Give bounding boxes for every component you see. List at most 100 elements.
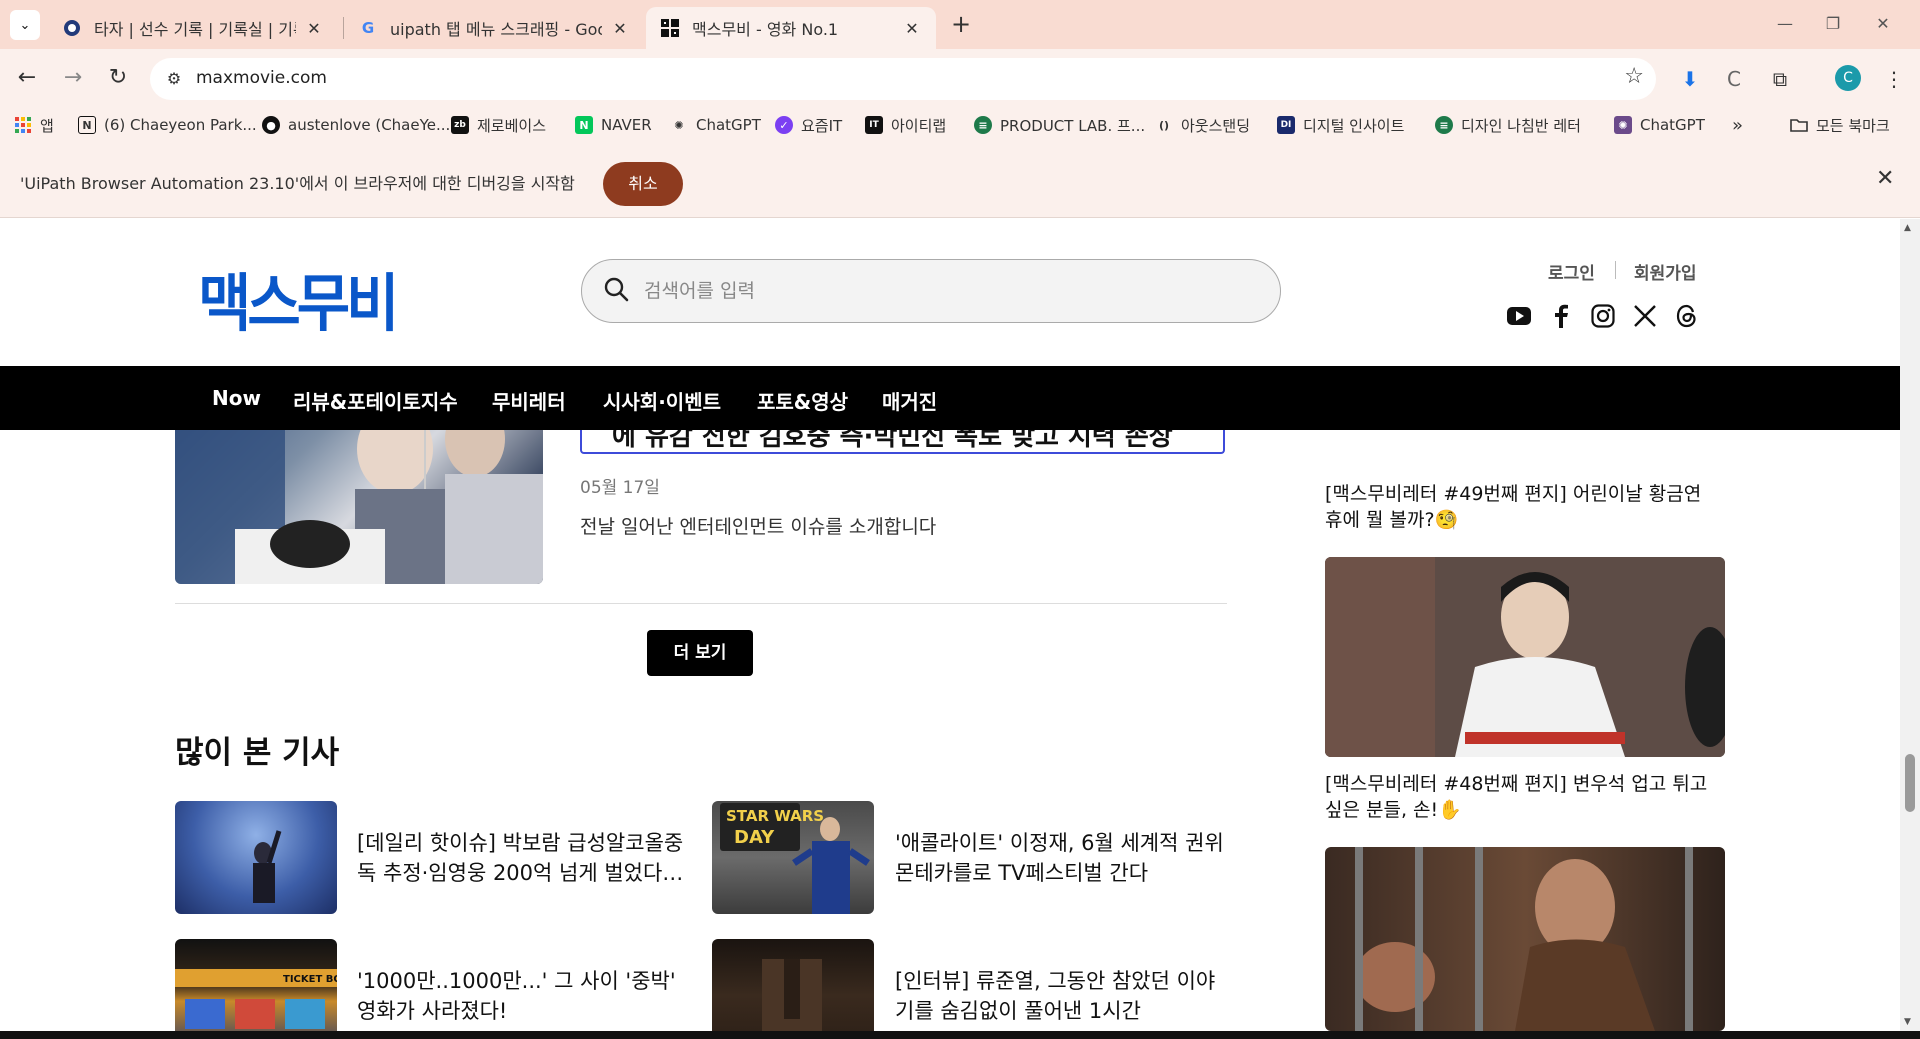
popular-item-title[interactable]: [데일리 핫이슈] 박보람 급성알코올중 독 추정·임영웅 200억 넘게 벌었…: [357, 828, 687, 888]
bookmark-chatgpt-2[interactable]: ✺ ChatGPT: [1614, 114, 1705, 136]
profile-avatar[interactable]: C: [1835, 65, 1861, 91]
extensions-puzzle-icon[interactable]: ⧉: [1764, 63, 1796, 95]
tab-title: 타자 | 선수 기록 | 기록실 | 기록: [94, 20, 296, 39]
browser-toolbar: ← → ↻ ⚙ maxmovie.com ☆ ⬇ C ⧉ C ⋮: [0, 49, 1920, 108]
zerobase-icon: zb: [451, 116, 469, 134]
facebook-icon[interactable]: [1547, 302, 1575, 330]
download-icon[interactable]: ⬇: [1674, 63, 1706, 95]
chatgpt-icon: ✺: [1614, 116, 1632, 134]
window-close-button[interactable]: ✕: [1858, 8, 1908, 40]
bookmark-label: (6) Chaeyeon Park...: [104, 116, 257, 134]
menu-kebab-icon[interactable]: ⋮: [1878, 63, 1910, 95]
page-viewport: 에 유감 전한 김호중 측·박민선 폭로 맞고 시력 손상 05월 17일 전날…: [0, 219, 1900, 1031]
popular-item-title[interactable]: '1000만..1000만...' 그 사이 '중박' 영화가 사라졌다!: [357, 966, 687, 1026]
new-tab-button[interactable]: +: [946, 10, 976, 40]
debugging-infobar: 'UiPath Browser Automation 23.10'에서 이 브라…: [0, 142, 1920, 218]
scroll-up-icon[interactable]: ▲: [1904, 223, 1911, 233]
tab-maxmovie[interactable]: 맥스무비 - 영화 No.1 ✕: [646, 7, 936, 49]
search-input[interactable]: [644, 275, 1244, 307]
google-icon: G: [361, 19, 375, 37]
bookmark-yozmit[interactable]: ✓ 요즘IT: [775, 114, 842, 136]
instagram-icon[interactable]: [1589, 302, 1617, 330]
reload-button[interactable]: ↻: [101, 61, 135, 95]
popular-thumbnail[interactable]: [712, 939, 874, 1031]
nav-preview-event[interactable]: 시사회·이벤트: [603, 386, 721, 415]
title-line: 영화가 사라졌다!: [357, 999, 508, 1023]
popular-thumbnail[interactable]: TICKET BOX: [175, 939, 337, 1031]
bookmark-design-compass[interactable]: ≡ 디자인 나침반 레터: [1435, 114, 1581, 136]
close-icon[interactable]: ✕: [902, 19, 922, 38]
tab-kbo-record[interactable]: 타자 | 선수 기록 | 기록실 | 기록 ✕: [48, 7, 338, 49]
digital-insight-icon: DI: [1277, 116, 1295, 134]
bookmark-star-icon[interactable]: ☆: [1624, 64, 1644, 89]
article-title-link[interactable]: 에 유감 전한 김호중 측·박민선 폭로 맞고 시력 손상: [580, 428, 1225, 454]
popular-thumbnail[interactable]: [175, 801, 337, 914]
nav-magazine[interactable]: 매거진: [882, 386, 937, 415]
sidebar-letter-title[interactable]: [맥스무비레터 #49번째 편지] 어린이날 황금연 휴에 뭘 볼까?🧐: [1325, 481, 1725, 533]
bookmarks-overflow-button[interactable]: »: [1732, 114, 1743, 136]
tab-search-button[interactable]: ⌄: [10, 10, 40, 40]
bookmark-github[interactable]: ● austenlove (ChaeYe...: [262, 114, 450, 136]
close-icon[interactable]: ✕: [1876, 166, 1894, 191]
github-icon: ●: [262, 116, 280, 134]
all-bookmarks-folder[interactable]: 모든 북마크: [1790, 114, 1890, 136]
bookmark-apps[interactable]: 앱: [14, 114, 54, 136]
site-settings-icon[interactable]: ⚙: [162, 67, 186, 91]
bookmark-label: 모든 북마크: [1816, 116, 1890, 135]
taskbar-edge: [0, 1031, 1920, 1039]
sidebar-letter-thumbnail[interactable]: [1325, 557, 1725, 757]
bookmark-label: 앱: [40, 116, 54, 135]
prison-scene-image: [1355, 847, 1693, 1031]
more-button[interactable]: 더 보기: [647, 630, 753, 676]
chatgpt-icon: ✺: [674, 118, 684, 132]
sidebar-letter-title[interactable]: [맥스무비레터 #48번째 편지] 변우석 업고 튀고 싶은 분들, 손!✋: [1325, 771, 1725, 823]
site-header: 맥스무비 로그인 회원가입: [0, 219, 1900, 366]
login-link[interactable]: 로그인: [1548, 259, 1595, 284]
title-line: '1000만..1000만...' 그 사이 '중박': [357, 969, 676, 993]
extension-c-icon[interactable]: C: [1718, 63, 1750, 95]
nav-now[interactable]: Now: [212, 386, 261, 410]
search-icon[interactable]: [602, 275, 632, 305]
bookmark-productlab[interactable]: ≡ PRODUCT LAB. 프...: [974, 114, 1145, 136]
x-icon[interactable]: [1631, 302, 1659, 330]
bookmark-naver[interactable]: N NAVER: [575, 114, 652, 136]
bookmark-notion[interactable]: N (6) Chaeyeon Park...: [78, 114, 257, 136]
bookmark-itlab[interactable]: IT 아이티랩: [865, 114, 946, 136]
nav-photo-video[interactable]: 포토&영상: [757, 386, 848, 415]
popular-item-title[interactable]: [인터뷰] 류준열, 그동안 참았던 이야 기를 숨김없이 풀어낸 1시간: [895, 966, 1225, 1026]
concert-image: [253, 830, 282, 903]
scroll-down-icon[interactable]: ▼: [1904, 1017, 1911, 1027]
threads-icon[interactable]: [1673, 302, 1701, 330]
sidebar-letter-thumbnail[interactable]: [1325, 847, 1725, 1031]
bookmark-digital-insight[interactable]: DI 디지털 인사이트: [1277, 114, 1404, 136]
minimize-button[interactable]: —: [1760, 8, 1810, 40]
article-description: 전날 일어난 엔터테인먼트 이슈를 소개합니다: [580, 516, 937, 538]
bookmark-label: 디자인 나침반 레터: [1461, 116, 1581, 135]
restore-button[interactable]: ❐: [1808, 8, 1858, 40]
page-scrollbar[interactable]: ▲ ▼: [1900, 219, 1920, 1031]
notion-icon: N: [78, 116, 96, 134]
nav-review-potato[interactable]: 리뷰&포테이토지수: [293, 386, 458, 415]
bookmark-zerobase[interactable]: zb 제로베이스: [451, 114, 546, 136]
nav-movie-letter[interactable]: 무비레터: [492, 386, 566, 415]
close-icon[interactable]: ✕: [304, 19, 324, 38]
bookmark-label: austenlove (ChaeYe...: [288, 116, 451, 134]
back-button[interactable]: ←: [10, 61, 44, 95]
close-icon[interactable]: ✕: [610, 19, 630, 38]
cancel-debugging-button[interactable]: 취소: [603, 162, 683, 206]
forward-button[interactable]: →: [56, 61, 90, 95]
address-bar[interactable]: ⚙ maxmovie.com ☆: [150, 58, 1656, 100]
actor-image: [1325, 557, 1725, 757]
tab-google-search[interactable]: G uipath 탭 메뉴 스크래핑 - Goo ✕: [344, 7, 644, 49]
naver-icon: N: [575, 116, 593, 134]
site-logo[interactable]: 맥스무비: [198, 253, 399, 344]
youtube-icon[interactable]: [1505, 302, 1533, 330]
popular-thumbnail[interactable]: STAR WARS DAY: [712, 801, 874, 914]
bookmark-outstanding[interactable]: () 아웃스탠딩: [1155, 114, 1250, 136]
popular-item-title[interactable]: '애콜라이트' 이정재, 6월 세계적 권위 몬테카를로 TV페스티벌 간다: [895, 828, 1225, 888]
scrollbar-thumb[interactable]: [1905, 754, 1915, 812]
title-line: [맥스무비레터 #48번째 편지] 변우석 업고 튀고: [1325, 773, 1708, 795]
signup-link[interactable]: 회원가입: [1634, 259, 1697, 284]
url-text: maxmovie.com: [196, 68, 327, 88]
bookmark-chatgpt[interactable]: ✺ ChatGPT: [670, 114, 761, 136]
